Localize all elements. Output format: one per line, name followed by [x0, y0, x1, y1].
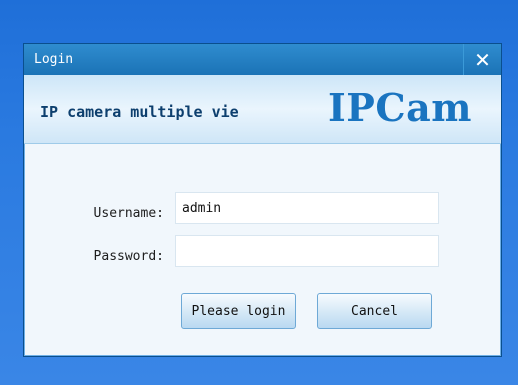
brand-banner: IP camera multiple vie IPCam: [24, 75, 501, 144]
brand-logo: IPCam: [328, 85, 472, 130]
dialog-titlebar: Login ✕: [24, 44, 501, 75]
username-label: Username:: [93, 206, 164, 221]
login-dialog: Login ✕ IP camera multiple vie IPCam Use…: [23, 43, 502, 357]
close-icon: ✕: [474, 47, 491, 72]
password-label: Password:: [93, 249, 164, 264]
username-field[interactable]: [175, 192, 439, 224]
password-field[interactable]: [175, 235, 439, 267]
close-button[interactable]: ✕: [463, 44, 501, 75]
login-button[interactable]: Please login: [181, 293, 296, 329]
banner-subtitle: IP camera multiple vie: [40, 103, 239, 121]
dialog-title: Login: [34, 52, 74, 67]
cancel-button[interactable]: Cancel: [317, 293, 432, 329]
